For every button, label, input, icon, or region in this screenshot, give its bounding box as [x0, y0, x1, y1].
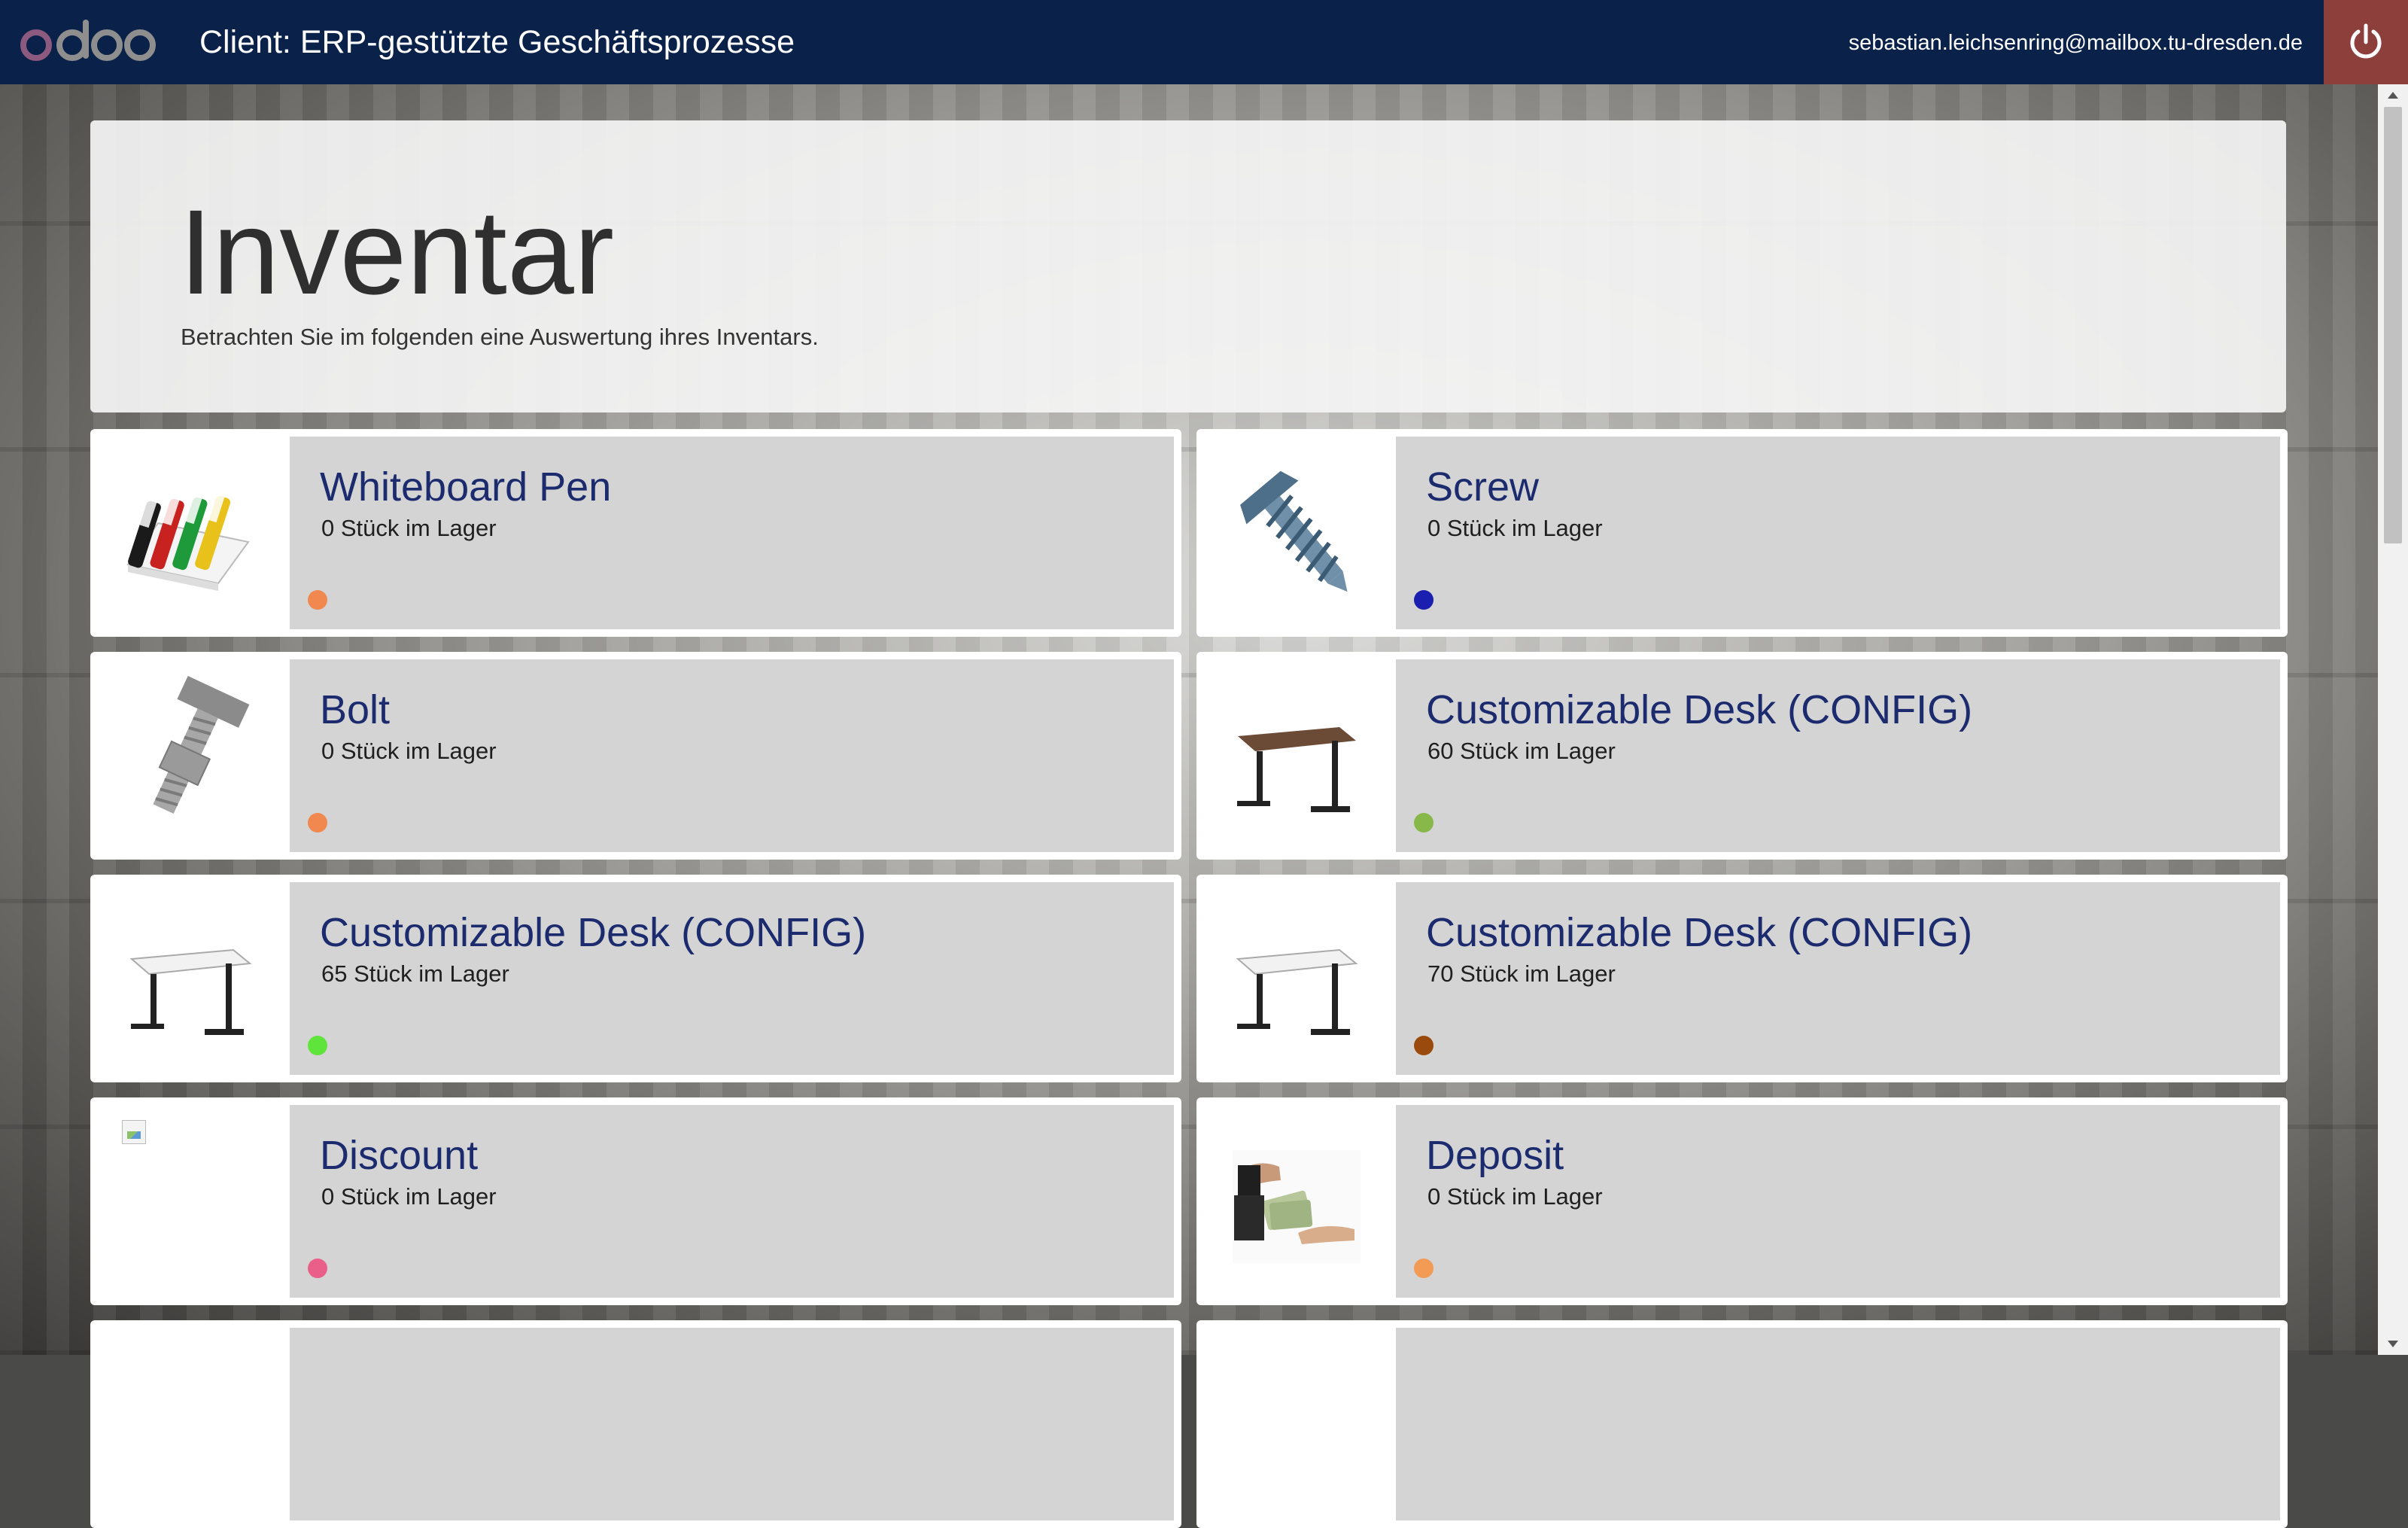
product-card[interactable]: Customizable Desk (CONFIG) 65 Stück im L…	[90, 875, 1181, 1082]
product-name[interactable]: Deposit	[1426, 1131, 1564, 1180]
product-image	[1227, 452, 1362, 614]
product-stock: 0 Stück im Lager	[321, 515, 497, 541]
product-card[interactable]: Deposit 0 Stück im Lager	[1196, 1097, 2288, 1305]
product-name[interactable]: Whiteboard Pen	[320, 462, 611, 512]
product-name[interactable]: Bolt	[320, 685, 390, 735]
product-card[interactable]	[90, 1320, 1181, 1528]
product-image	[120, 674, 256, 837]
product-name[interactable]: Customizable Desk (CONFIG)	[1426, 685, 1972, 735]
broken-image-icon	[122, 1120, 146, 1144]
page-title: Inventar	[179, 184, 615, 319]
product-info	[1396, 1328, 2280, 1520]
product-card[interactable]: Whiteboard Pen 0 Stück im Lager	[90, 429, 1181, 637]
product-image	[120, 1120, 256, 1283]
status-dot	[1414, 1259, 1434, 1278]
client-title: Client: ERP-gestützte Geschäftsprozesse	[199, 24, 795, 60]
product-info: Screw 0 Stück im Lager	[1396, 437, 2280, 629]
scroll-up-arrow[interactable]	[2378, 84, 2408, 105]
product-name[interactable]: Screw	[1426, 462, 1539, 512]
page-subtitle: Betrachten Sie im folgenden eine Auswert…	[181, 324, 819, 350]
product-info: Deposit 0 Stück im Lager	[1396, 1105, 2280, 1298]
product-card[interactable]: Customizable Desk (CONFIG) 60 Stück im L…	[1196, 652, 2288, 860]
status-dot	[308, 813, 327, 832]
product-card[interactable]: Screw 0 Stück im Lager	[1196, 429, 2288, 637]
product-stock: 0 Stück im Lager	[321, 738, 497, 764]
product-stock: 65 Stück im Lager	[321, 960, 509, 987]
status-dot	[308, 1036, 327, 1055]
status-dot	[308, 590, 327, 610]
product-name[interactable]: Customizable Desk (CONFIG)	[1426, 908, 1972, 957]
scroll-down-arrow[interactable]	[2378, 1334, 2408, 1355]
product-stock: 0 Stück im Lager	[1427, 1183, 1603, 1210]
status-dot	[1414, 813, 1434, 832]
product-image	[1227, 1120, 1362, 1283]
product-info: Customizable Desk (CONFIG) 65 Stück im L…	[290, 882, 1174, 1075]
product-stock: 70 Stück im Lager	[1427, 960, 1616, 987]
product-image	[1227, 897, 1362, 1060]
product-card[interactable]: Bolt 0 Stück im Lager	[90, 652, 1181, 860]
product-stock: 60 Stück im Lager	[1427, 738, 1616, 764]
status-dot	[308, 1259, 327, 1278]
scroll-thumb[interactable]	[2384, 107, 2402, 543]
status-dot	[1414, 1036, 1434, 1055]
top-navbar: Client: ERP-gestützte Geschäftsprozesse …	[0, 0, 2408, 84]
product-info	[290, 1328, 1174, 1520]
product-info: Whiteboard Pen 0 Stück im Lager	[290, 437, 1174, 629]
product-info: Bolt 0 Stück im Lager	[290, 659, 1174, 852]
odoo-logo[interactable]	[14, 14, 160, 71]
user-email[interactable]: sebastian.leichsenring@mailbox.tu-dresde…	[1849, 29, 2303, 57]
product-info: Customizable Desk (CONFIG) 70 Stück im L…	[1396, 882, 2280, 1075]
product-name[interactable]: Discount	[320, 1131, 478, 1180]
status-dot	[1414, 590, 1434, 610]
product-info: Discount 0 Stück im Lager	[290, 1105, 1174, 1298]
inventory-header-card: Inventar Betrachten Sie im folgenden ein…	[90, 120, 2286, 412]
product-info: Customizable Desk (CONFIG) 60 Stück im L…	[1396, 659, 2280, 852]
logout-button[interactable]	[2324, 0, 2408, 84]
product-card[interactable]: Customizable Desk (CONFIG) 70 Stück im L…	[1196, 875, 2288, 1082]
page-scrollbar[interactable]	[2378, 84, 2408, 1355]
product-name[interactable]: Customizable Desk (CONFIG)	[320, 908, 866, 957]
product-image	[1227, 674, 1362, 837]
product-stock: 0 Stück im Lager	[321, 1183, 497, 1210]
product-image	[120, 452, 256, 614]
product-card[interactable]: Discount 0 Stück im Lager	[90, 1097, 1181, 1305]
power-icon	[2350, 23, 2382, 59]
product-card[interactable]	[1196, 1320, 2288, 1528]
product-image	[120, 897, 256, 1060]
product-stock: 0 Stück im Lager	[1427, 515, 1603, 541]
